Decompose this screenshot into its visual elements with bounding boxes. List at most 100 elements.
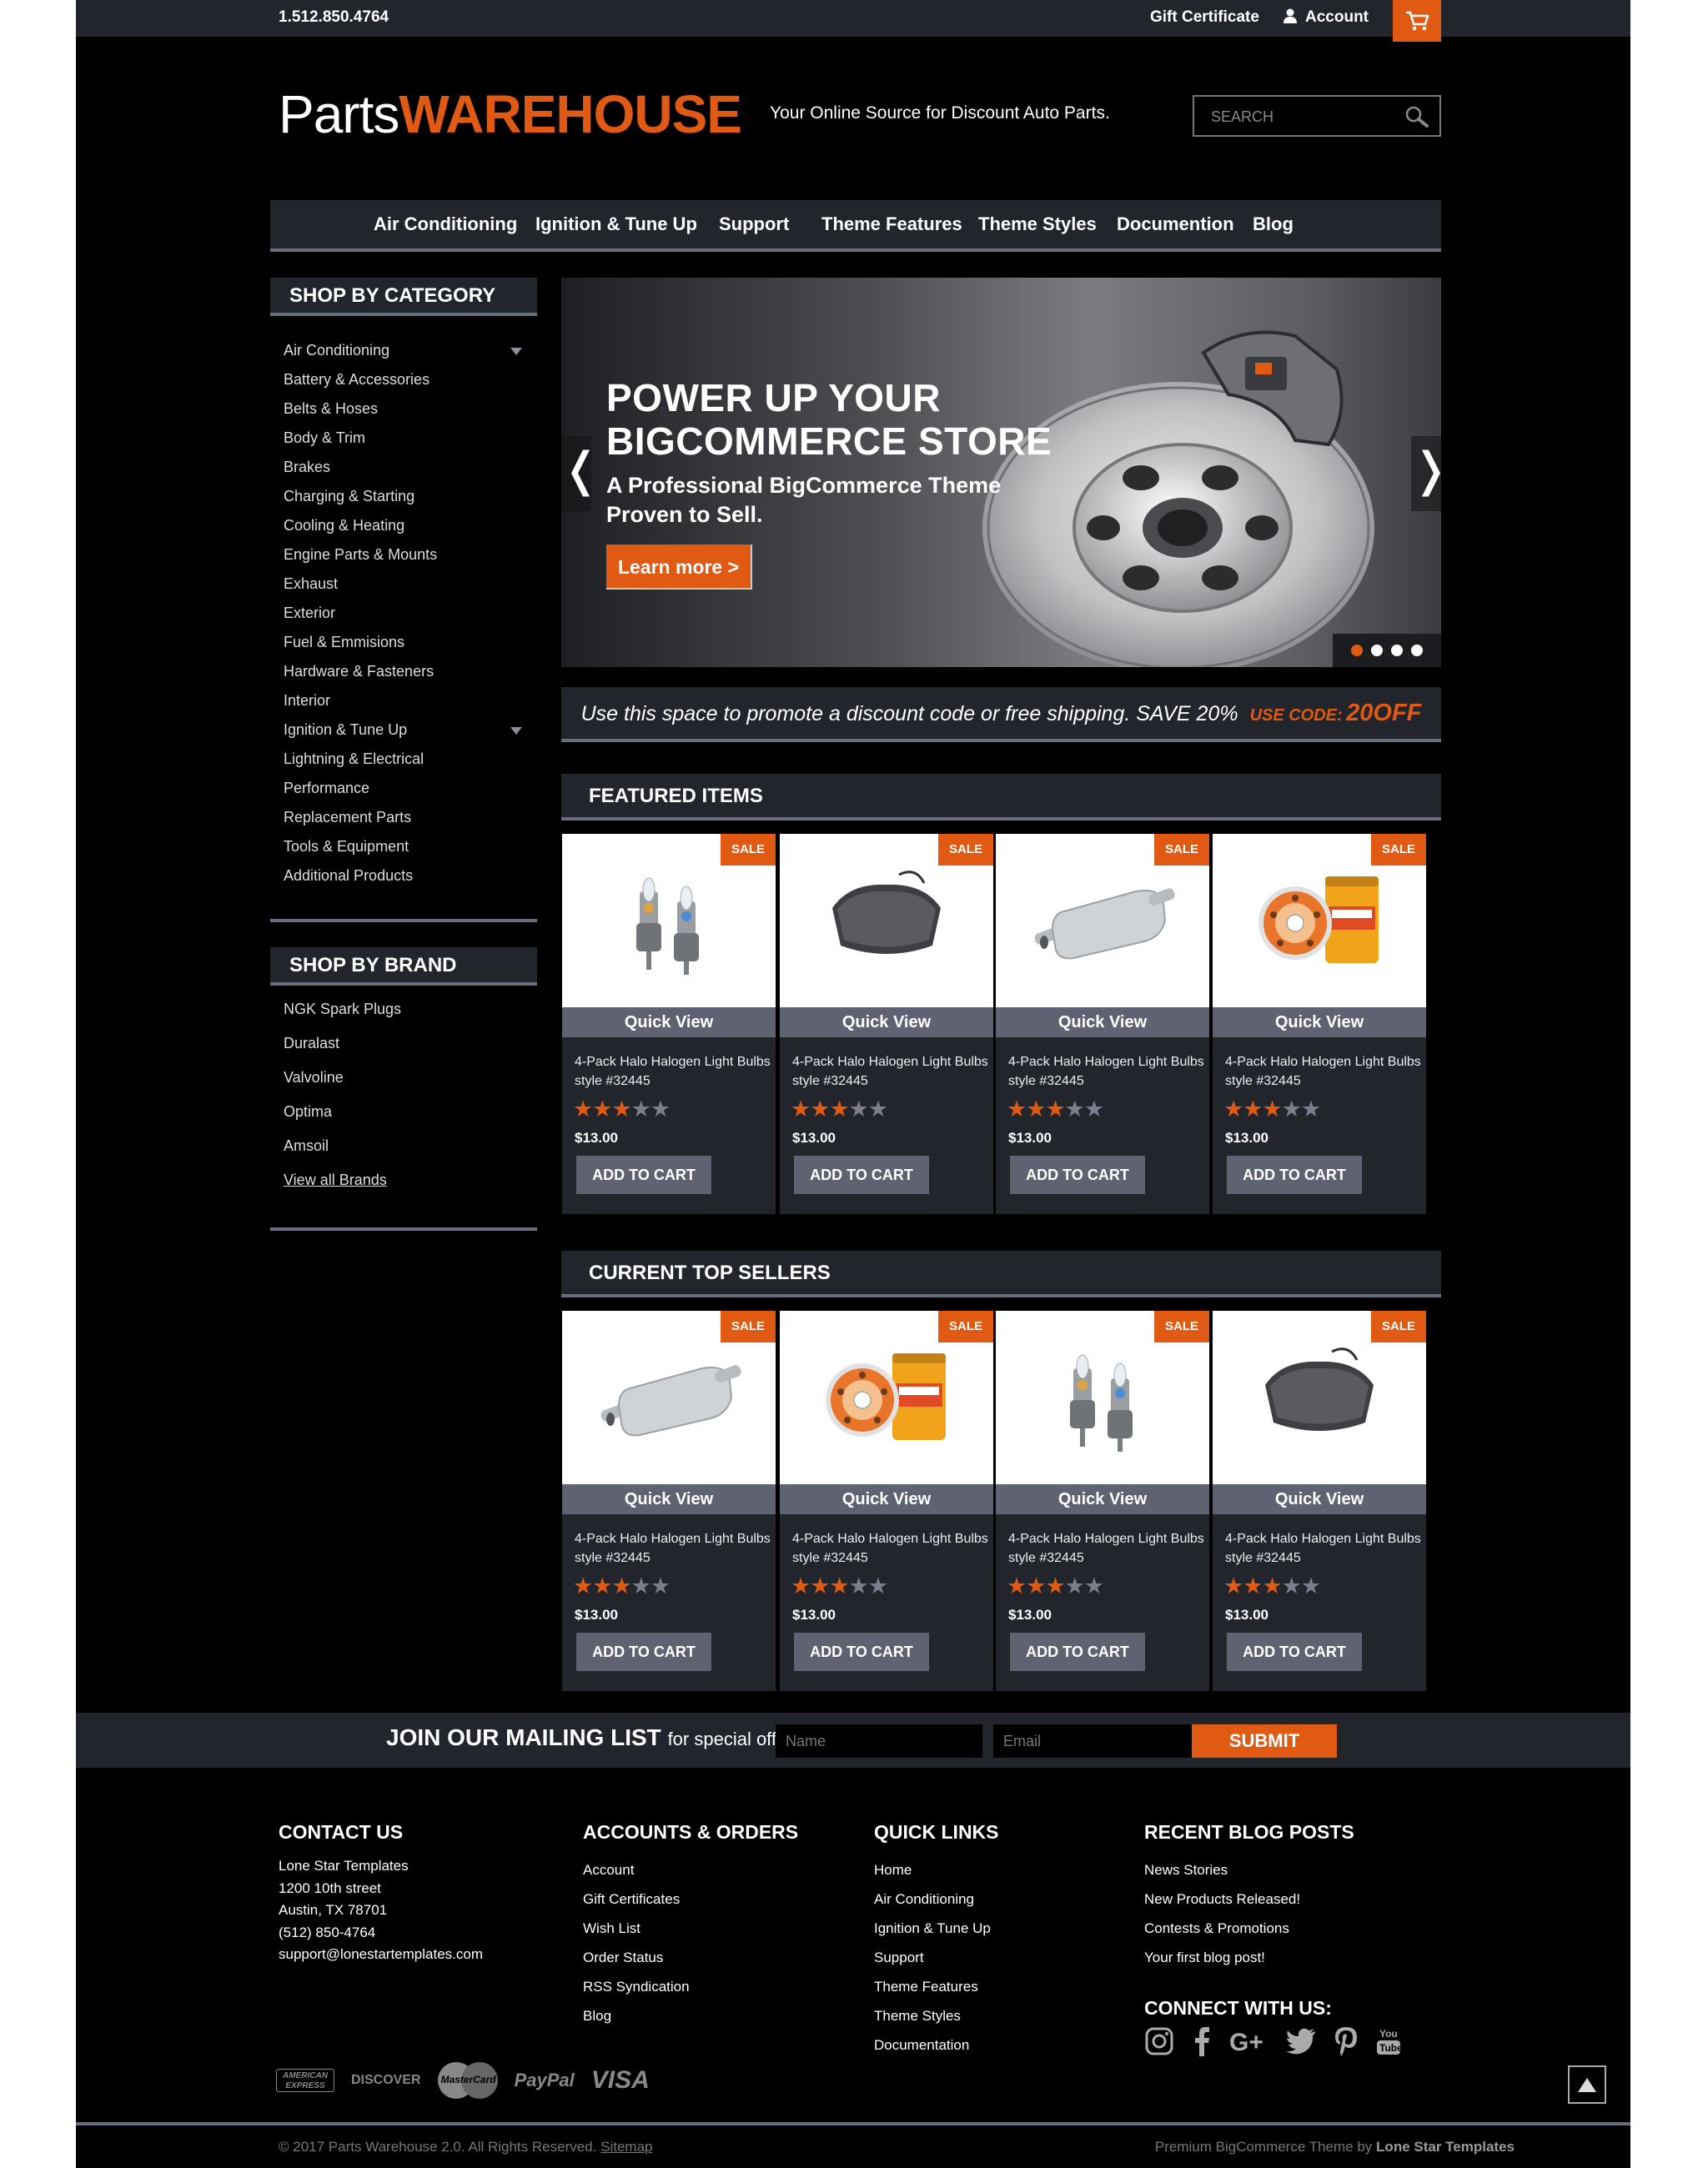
brand-item[interactable]: NGK Spark Plugs (284, 992, 534, 1026)
brand-item[interactable]: Duralast (284, 1026, 534, 1061)
quick-view-button[interactable]: Quick View (562, 1007, 776, 1037)
slider-next-arrow-icon[interactable]: ❭ (1411, 436, 1441, 511)
add-to-cart-button[interactable]: ADD TO CART (576, 1156, 711, 1194)
footer-link[interactable]: Blog (583, 2001, 798, 2030)
footer-link[interactable]: Order Status (583, 1943, 798, 1972)
slider-dot[interactable] (1351, 645, 1363, 656)
category-item[interactable]: Fuel & Emmisions (284, 628, 534, 657)
category-item[interactable]: Tools & Equipment (284, 832, 534, 861)
product-card[interactable]: SALE Quick View 4-Pack Halo Halogen Light … (780, 1311, 993, 1691)
footer-link[interactable]: Wish List (583, 1914, 798, 1943)
twitter-icon[interactable] (1286, 2028, 1316, 2055)
view-all-brands-link[interactable]: View all Brands (284, 1163, 534, 1197)
mailing-submit-button[interactable]: SUBMIT (1192, 1724, 1337, 1758)
brand-item[interactable]: Amsoil (284, 1129, 534, 1163)
footer-link[interactable]: Support (874, 1943, 999, 1972)
footer-link[interactable]: Account (583, 1855, 798, 1884)
back-to-top-button[interactable] (1568, 2065, 1606, 2104)
footer-link[interactable]: Contests & Promotions (1144, 1914, 1354, 1943)
product-card[interactable]: SALE Quick View 4-Pack Halo Halogen Light … (1213, 834, 1426, 1214)
quick-view-button[interactable]: Quick View (996, 1484, 1209, 1514)
category-item[interactable]: Additional Products (284, 861, 534, 891)
credit-name-link[interactable]: Lone Star Templates (1376, 2139, 1515, 2155)
category-item[interactable]: Hardware & Fasteners (284, 657, 534, 686)
product-name[interactable]: 4-Pack Halo Halogen Light Bulbs style #3… (1225, 1052, 1422, 1091)
category-item[interactable]: Exhaust (284, 570, 534, 599)
category-item[interactable]: Exterior (284, 599, 534, 628)
category-item[interactable]: Replacement Parts (284, 803, 534, 832)
nav-item-support[interactable]: Support (719, 213, 789, 235)
nav-item-theme-features[interactable]: Theme Features (821, 213, 962, 235)
instagram-icon[interactable] (1144, 2026, 1174, 2056)
product-name[interactable]: 4-Pack Halo Halogen Light Bulbs style #3… (1225, 1529, 1422, 1568)
category-item[interactable]: Belts & Hoses (284, 394, 534, 424)
product-name[interactable]: 4-Pack Halo Halogen Light Bulbs style #3… (575, 1529, 771, 1568)
cart-button[interactable] (1393, 0, 1441, 42)
footer-link[interactable]: Ignition & Tune Up (874, 1914, 999, 1943)
nav-item-documention[interactable]: Documention (1117, 213, 1234, 235)
category-item[interactable]: Charging & Starting (284, 482, 534, 511)
nav-item-theme-styles[interactable]: Theme Styles (978, 213, 1097, 235)
brand-item[interactable]: Optima (284, 1095, 534, 1129)
footer-link[interactable]: Air Conditioning (874, 1884, 999, 1914)
nav-item-ignition-tune-up[interactable]: Ignition & Tune Up (535, 213, 697, 235)
quick-view-button[interactable]: Quick View (780, 1007, 993, 1037)
product-card[interactable]: SALE Quick View 4-Pack Halo Halogen Light … (562, 834, 776, 1214)
product-card[interactable]: SALE Quick View 4-Pack Halo Halogen Light … (996, 834, 1209, 1214)
pinterest-icon[interactable] (1334, 2026, 1358, 2056)
quick-view-button[interactable]: Quick View (1213, 1484, 1426, 1514)
slider-dot[interactable] (1391, 645, 1403, 656)
youtube-icon[interactable]: You Tube (1376, 2026, 1401, 2056)
footer-link[interactable]: RSS Syndication (583, 1972, 798, 2001)
gift-certificate-link[interactable]: Gift Certificate (1150, 0, 1259, 35)
quick-view-button[interactable]: Quick View (562, 1484, 776, 1514)
slider-prev-arrow-icon[interactable]: ❬ (561, 436, 600, 511)
add-to-cart-button[interactable]: ADD TO CART (1010, 1156, 1145, 1194)
product-card[interactable]: SALE Quick View 4-Pack Halo Halogen Light … (996, 1311, 1209, 1691)
footer-link[interactable]: Home (874, 1855, 999, 1884)
learn-more-button[interactable]: Learn more > (606, 545, 752, 590)
slider-dot[interactable] (1371, 645, 1383, 656)
add-to-cart-button[interactable]: ADD TO CART (1227, 1633, 1362, 1671)
nav-item-blog[interactable]: Blog (1253, 213, 1294, 235)
product-card[interactable]: SALE Quick View 4-Pack Halo Halogen Light … (1213, 1311, 1426, 1691)
footer-link[interactable]: Gift Certificates (583, 1884, 798, 1914)
logo[interactable]: PartsWAREHOUSE (279, 85, 742, 143)
expand-arrow-icon[interactable] (510, 348, 522, 355)
footer-link[interactable]: Theme Styles (874, 2001, 999, 2030)
quick-view-button[interactable]: Quick View (996, 1007, 1209, 1037)
category-item[interactable]: Cooling & Heating (284, 511, 534, 540)
mailing-name-input[interactable] (776, 1724, 982, 1758)
category-item[interactable]: Interior (284, 686, 534, 715)
category-item-air-conditioning[interactable]: Air Conditioning (284, 336, 534, 365)
account-link[interactable]: Account (1284, 0, 1369, 35)
brand-item[interactable]: Valvoline (284, 1061, 534, 1095)
product-card[interactable]: SALE Quick View 4-Pack Halo Halogen Light … (780, 834, 993, 1214)
search-input[interactable] (1211, 105, 1394, 128)
footer-link[interactable]: News Stories (1144, 1855, 1354, 1884)
footer-link[interactable]: Documentation (874, 2030, 999, 2060)
quick-view-button[interactable]: Quick View (1213, 1007, 1426, 1037)
nav-item-air-conditioning[interactable]: Air Conditioning (374, 213, 517, 235)
add-to-cart-button[interactable]: ADD TO CART (794, 1633, 929, 1671)
sitemap-link[interactable]: Sitemap (600, 2139, 652, 2155)
category-item[interactable]: Performance (284, 774, 534, 803)
product-name[interactable]: 4-Pack Halo Halogen Light Bulbs style #3… (792, 1529, 989, 1568)
category-item[interactable]: Engine Parts & Mounts (284, 540, 534, 570)
add-to-cart-button[interactable]: ADD TO CART (576, 1633, 711, 1671)
facebook-icon[interactable] (1193, 2026, 1211, 2056)
mailing-email-input[interactable] (993, 1724, 1203, 1758)
add-to-cart-button[interactable]: ADD TO CART (1010, 1633, 1145, 1671)
product-name[interactable]: 4-Pack Halo Halogen Light Bulbs style #3… (792, 1052, 989, 1091)
category-item[interactable]: Brakes (284, 453, 534, 482)
add-to-cart-button[interactable]: ADD TO CART (794, 1156, 929, 1194)
footer-link[interactable]: Theme Features (874, 1972, 999, 2001)
contact-email[interactable]: support@lonestartemplates.com (279, 1944, 483, 1966)
category-item[interactable]: Battery & Accessories (284, 365, 534, 394)
expand-arrow-icon[interactable] (510, 727, 522, 735)
footer-link[interactable]: New Products Released! (1144, 1884, 1354, 1914)
category-item[interactable]: Body & Trim (284, 424, 534, 453)
quick-view-button[interactable]: Quick View (780, 1484, 993, 1514)
category-item[interactable]: Lightning & Electrical (284, 745, 534, 774)
category-item-ignition-tune-up[interactable]: Ignition & Tune Up (284, 715, 534, 745)
